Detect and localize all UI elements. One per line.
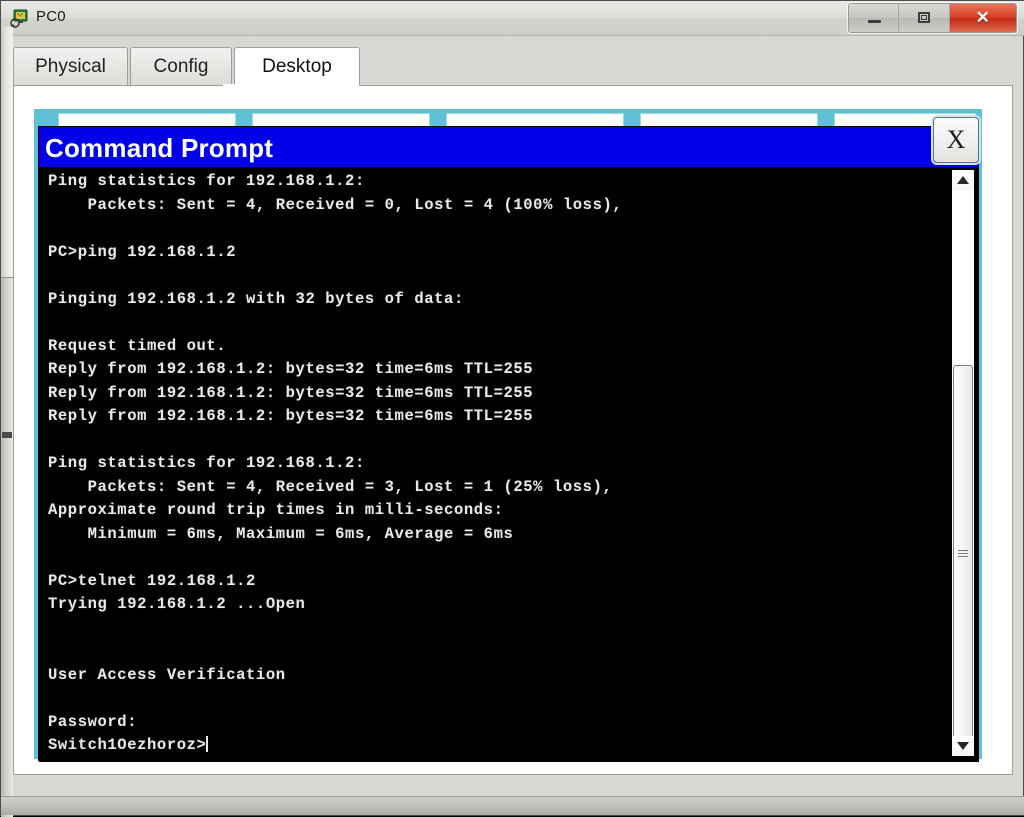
pc0-window: PC0 ✕ Physical Config Desktop Command Pr… — [0, 0, 1024, 817]
maximize-button[interactable] — [899, 4, 950, 32]
left-edge-scrollbar[interactable] — [1, 27, 13, 817]
tab-desktop-label: Desktop — [262, 56, 332, 77]
window-title-bar: PC0 ✕ — [1, 1, 1024, 36]
tab-physical[interactable]: Physical — [13, 47, 128, 86]
window-controls: ✕ — [848, 3, 1017, 33]
left-edge-scrollbar-thumb[interactable] — [1, 27, 13, 278]
scroll-up-icon[interactable] — [952, 170, 974, 190]
terminal-scrollbar[interactable] — [951, 169, 975, 757]
minimize-icon — [867, 20, 881, 23]
command-prompt-window: Command Prompt X Ping statistics for 192… — [38, 117, 979, 762]
pc-device-icon — [10, 8, 30, 28]
command-prompt-close-button[interactable]: X — [933, 117, 979, 163]
active-tab-notch — [223, 84, 347, 87]
window-title: PC0 — [36, 8, 66, 25]
tab-strip: Physical Config Desktop — [13, 47, 1013, 86]
window-bottom-strip — [1, 796, 1024, 815]
tab-config[interactable]: Config — [130, 47, 232, 86]
close-icon: ✕ — [975, 8, 990, 27]
scroll-thumb[interactable] — [953, 365, 973, 745]
maximize-icon — [917, 12, 930, 23]
command-prompt-title-bar: Command Prompt — [39, 127, 979, 167]
close-button[interactable]: ✕ — [949, 4, 1016, 32]
minimize-button[interactable] — [849, 4, 900, 32]
tab-physical-label: Physical — [35, 56, 106, 77]
left-edge-marker — [2, 432, 12, 438]
terminal-cursor — [206, 736, 209, 752]
terminal-output-area[interactable]: Ping statistics for 192.168.1.2: Packets… — [39, 167, 979, 762]
scroll-down-icon[interactable] — [952, 736, 974, 756]
terminal-text: Ping statistics for 192.168.1.2: Packets… — [48, 172, 623, 754]
tab-desktop[interactable]: Desktop — [234, 47, 360, 86]
scroll-thumb-grip — [958, 550, 968, 560]
tab-config-label: Config — [153, 56, 209, 77]
command-prompt-title: Command Prompt — [45, 133, 274, 163]
close-icon: X — [946, 125, 966, 154]
